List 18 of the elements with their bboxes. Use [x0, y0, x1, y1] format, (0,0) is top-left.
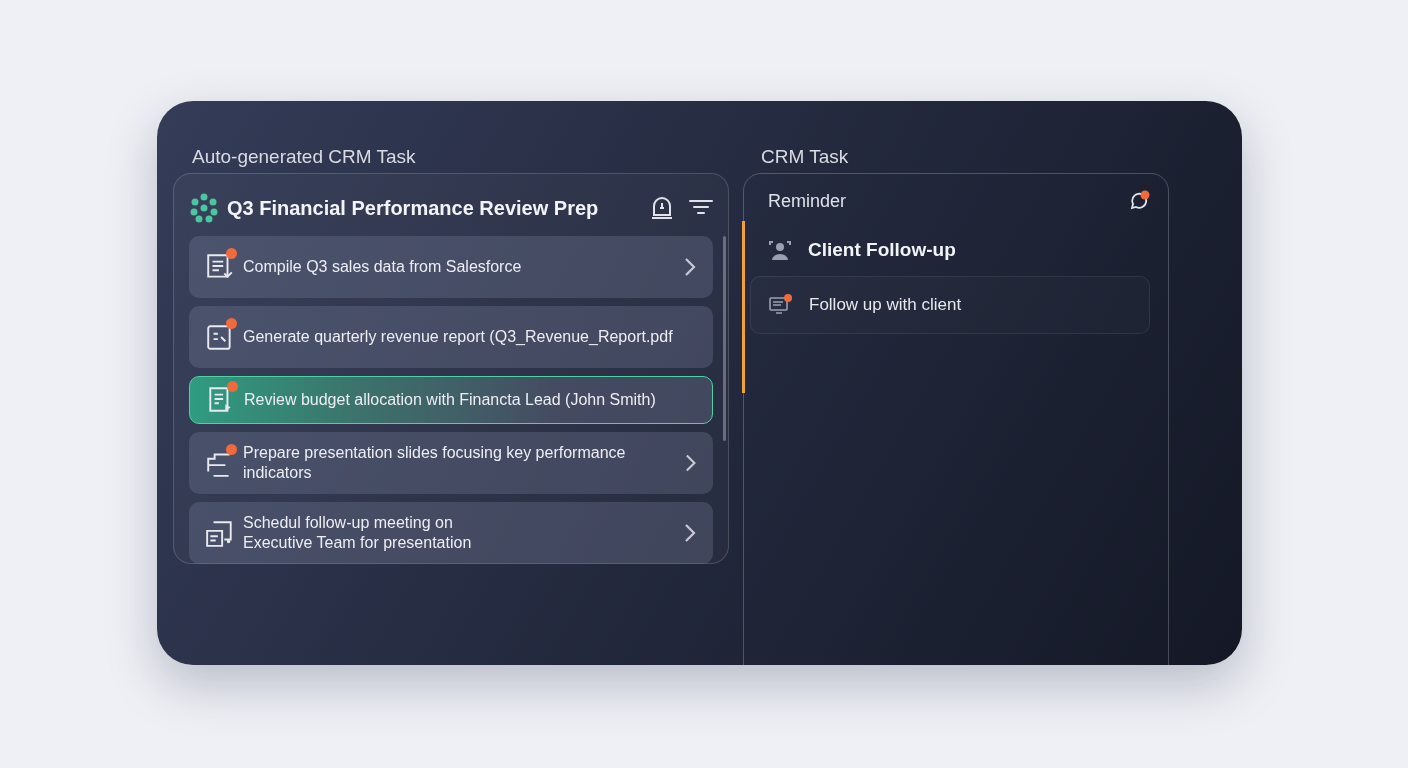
task-item[interactable]: Compile Q3 sales data from Salesforce [189, 236, 713, 298]
section-heading: Auto-generated CRM Task [191, 145, 417, 169]
document-icon [205, 518, 235, 548]
task-item[interactable]: Generate quarterly revenue report (Q3_Revenue_Report.pdf [189, 306, 713, 368]
task-item[interactable]: Prepare presentation slides focusing key performance indicators [189, 432, 713, 494]
reminder-label: Reminder [768, 189, 847, 213]
logo-icon [189, 193, 219, 223]
task-title: Q3 Financial Performance Review Prep [227, 196, 599, 221]
chat-icon[interactable] [1128, 190, 1150, 212]
monitor-icon [769, 294, 793, 316]
reminder-task[interactable]: Follow up with client [750, 276, 1150, 334]
person-icon [768, 239, 792, 261]
task-item[interactable]: Schedul follow-up meeting on Executive Team for presentation [189, 502, 713, 564]
alarm-icon[interactable] [651, 196, 673, 220]
section-heading: CRM Task [760, 145, 850, 169]
scrollbar[interactable] [723, 236, 726, 441]
task-item[interactable]: Review budget allocation with Financta Lead (John Smith) [189, 376, 713, 424]
reminder-title: Client Follow-up [808, 237, 956, 262]
